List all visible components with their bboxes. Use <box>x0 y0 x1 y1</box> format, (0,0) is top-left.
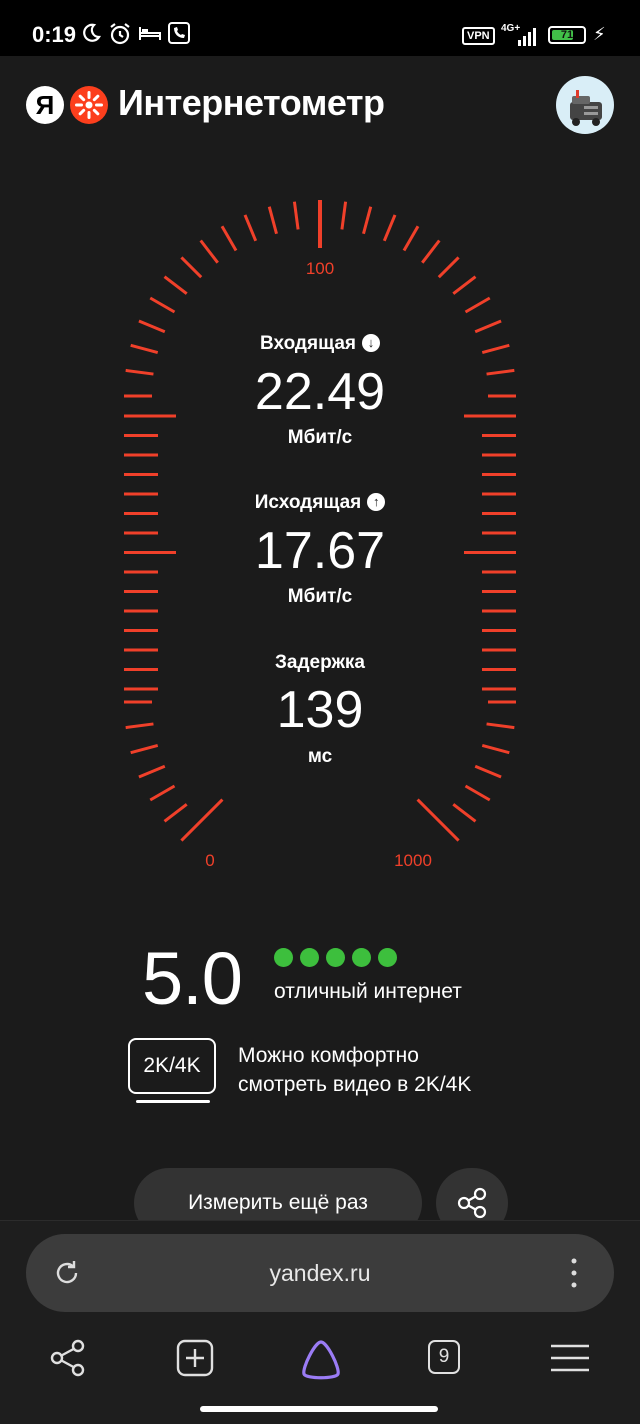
phone-icon <box>168 22 194 50</box>
gauge-tick <box>416 798 460 842</box>
rating-dot <box>378 948 397 967</box>
gauge-tick <box>437 256 460 279</box>
upload-label: Исходящая <box>254 492 362 513</box>
gauge-tick <box>292 201 300 230</box>
upload-arrow-icon: ↑ <box>367 493 386 511</box>
alarm-icon <box>108 22 134 50</box>
download-label-row: Входящая ↓ <box>0 333 640 355</box>
quality-line-2: смотреть видео в 2K/4K <box>238 1073 472 1096</box>
status-time: 0:19 <box>32 22 77 47</box>
quality-badge: 2K/4K <box>128 1038 216 1094</box>
gauge-tick <box>180 798 224 842</box>
bed-icon <box>138 22 164 50</box>
battery-indicator: 71 <box>548 26 586 44</box>
gauge-tick <box>163 803 188 823</box>
gauge-tick <box>340 201 348 230</box>
gauge-tick <box>452 803 477 823</box>
upload-value: 17.67 <box>254 522 386 580</box>
gauge-tick <box>220 225 238 252</box>
upload-label-row: Исходящая ↑ <box>0 492 640 514</box>
quality-line-1: Можно комфортно <box>238 1044 419 1067</box>
gauge-tick <box>163 275 188 295</box>
moon-icon <box>80 22 106 50</box>
rating-dot <box>300 948 319 967</box>
quality-description: Можно комфортно смотреть видео в 2K/4K <box>238 1041 558 1099</box>
gauge-tick <box>464 296 491 314</box>
alice-assistant-icon[interactable] <box>298 1336 344 1380</box>
nav-share-icon[interactable] <box>48 1336 88 1380</box>
user-avatar[interactable] <box>556 76 614 134</box>
app-title: Интернетометр <box>118 82 385 123</box>
rating-text: отличный интернет <box>274 980 462 1003</box>
latency-unit: мс <box>307 746 333 767</box>
upload-unit: Мбит/с <box>287 586 353 607</box>
new-tab-icon[interactable] <box>175 1336 215 1380</box>
menu-hamburger-icon[interactable] <box>550 1336 590 1380</box>
rating-dot <box>274 948 293 967</box>
gauge-tick <box>267 206 278 235</box>
latency-label: Задержка <box>275 652 365 673</box>
home-indicator[interactable] <box>200 1406 438 1412</box>
gauge-tick <box>199 239 219 264</box>
gauge-tick <box>382 214 397 242</box>
download-unit: Мбит/с <box>287 427 353 448</box>
download-arrow-icon: ↓ <box>361 334 380 352</box>
gauge-label-0: 0 <box>205 851 214 870</box>
signal-icon <box>518 26 542 51</box>
gauge-tick <box>464 784 491 802</box>
gauge-tick <box>421 239 441 264</box>
download-value: 22.49 <box>254 363 386 421</box>
battery-percent: 71 <box>560 29 574 41</box>
url-text[interactable]: yandex.ru <box>26 1234 614 1312</box>
gauge-tick <box>402 225 420 252</box>
charging-icon: ⚡ <box>593 24 606 44</box>
gauge-tick <box>149 296 176 314</box>
rating-score: 5.0 <box>142 937 243 1020</box>
yandex-logo[interactable]: Я <box>26 86 64 124</box>
rating-dot <box>352 948 371 967</box>
gauge-label-100: 100 <box>306 259 334 278</box>
rating-dots <box>274 948 397 967</box>
gauge-tick <box>149 784 176 802</box>
gauge-tick <box>474 319 502 334</box>
gauge-label-1000: 1000 <box>394 851 432 870</box>
gauge-tick <box>362 206 373 235</box>
speedometer-logo-icon <box>70 86 108 124</box>
rating-dot <box>326 948 345 967</box>
more-vert-icon[interactable] <box>566 1255 582 1296</box>
vpn-badge: VPN <box>462 27 495 45</box>
download-label: Входящая <box>260 333 356 354</box>
gauge-tick <box>452 275 477 295</box>
tabs-counter-button[interactable]: 9 <box>428 1340 460 1374</box>
gauge-tick <box>138 319 166 334</box>
gauge-tick <box>243 214 258 242</box>
tv-stand-icon <box>136 1100 210 1103</box>
gauge-tick <box>180 256 203 279</box>
latency-value: 139 <box>276 681 364 739</box>
